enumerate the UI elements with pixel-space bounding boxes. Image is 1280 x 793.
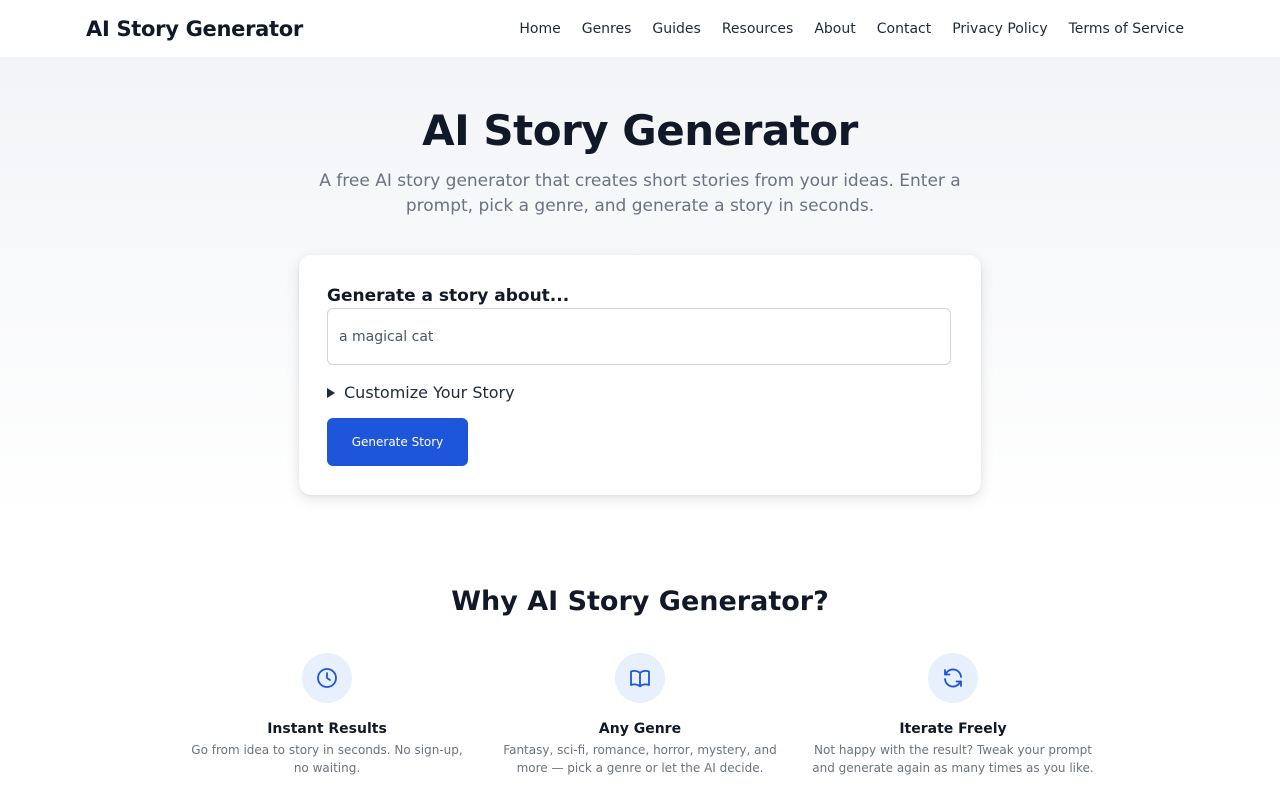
nav-genres[interactable]: Genres bbox=[582, 21, 632, 37]
story-prompt-input[interactable] bbox=[327, 308, 951, 365]
customize-story-toggle[interactable]: Customize Your Story bbox=[327, 383, 953, 402]
why-title: Why AI Story Generator? bbox=[451, 586, 829, 617]
why-section: Why AI Story Generator? Instant Results … bbox=[0, 521, 1280, 777]
generate-story-button[interactable]: Generate Story bbox=[327, 418, 468, 466]
nav-contact[interactable]: Contact bbox=[877, 21, 931, 37]
nav-privacy-policy[interactable]: Privacy Policy bbox=[952, 21, 1047, 37]
nav-resources[interactable]: Resources bbox=[722, 21, 794, 37]
refresh-icon bbox=[928, 653, 978, 703]
nav-about[interactable]: About bbox=[814, 21, 855, 37]
feature-description: Go from idea to story in seconds. No sig… bbox=[191, 743, 463, 775]
site-header: AI Story Generator Home Genres Guides Re… bbox=[0, 0, 1280, 57]
feature-any-genre: Any Genre Fantasy, sci-fi, romance, horr… bbox=[484, 653, 797, 777]
main-nav: Home Genres Guides Resources About Conta… bbox=[498, 21, 1184, 37]
feature-title: Any Genre bbox=[598, 721, 682, 737]
feature-title: Instant Results bbox=[267, 721, 387, 737]
triangle-right-icon bbox=[327, 387, 335, 398]
feature-title: Iterate Freely bbox=[899, 721, 1007, 737]
page-title: AI Story Generator bbox=[422, 106, 858, 155]
nav-guides[interactable]: Guides bbox=[652, 21, 700, 37]
customize-story-label: Customize Your Story bbox=[344, 383, 515, 402]
prompt-label: Generate a story about... bbox=[327, 286, 570, 306]
site-logo[interactable]: AI Story Generator bbox=[86, 17, 303, 41]
feature-description: Not happy with the result? Tweak your pr… bbox=[812, 743, 1094, 775]
hero-subtitle: A free AI story generator that creates s… bbox=[319, 171, 961, 216]
feature-iterate-freely: Iterate Freely Not happy with the result… bbox=[797, 653, 1110, 777]
nav-terms-of-service[interactable]: Terms of Service bbox=[1069, 21, 1184, 37]
nav-home[interactable]: Home bbox=[519, 21, 560, 37]
feature-instant-results: Instant Results Go from idea to story in… bbox=[171, 653, 484, 777]
clock-icon bbox=[302, 653, 352, 703]
features-grid: Instant Results Go from idea to story in… bbox=[0, 653, 1280, 777]
hero-section: AI Story Generator A free AI story gener… bbox=[0, 57, 1280, 521]
story-form-card: Generate a story about... Customize Your… bbox=[299, 255, 981, 495]
feature-description: Fantasy, sci-fi, romance, horror, myster… bbox=[503, 743, 777, 775]
book-open-icon bbox=[615, 653, 665, 703]
